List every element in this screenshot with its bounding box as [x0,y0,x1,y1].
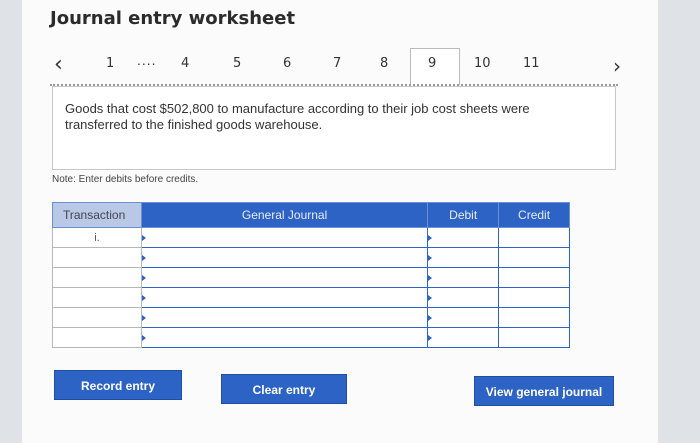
credit-input[interactable] [498,307,570,328]
debit-input[interactable] [427,267,500,288]
transaction-cell [52,287,142,308]
step-1[interactable]: 1 [106,56,114,71]
debit-input[interactable] [427,227,500,248]
view-general-journal-button[interactable]: View general journal [474,376,614,406]
table-row [52,287,570,308]
table-row [52,247,570,268]
step-5[interactable]: 5 [233,56,241,71]
step-8[interactable]: 8 [380,56,388,71]
prompt-text: Goods that cost $502,800 to manufacture … [65,101,530,132]
step-11[interactable]: 11 [523,56,540,71]
clear-entry-button[interactable]: Clear entry [221,374,347,404]
credit-input[interactable] [498,327,570,348]
page-title: Journal entry worksheet [50,8,296,29]
account-input[interactable] [140,327,429,348]
credit-input[interactable] [498,247,570,268]
record-entry-button[interactable]: Record entry [54,370,182,400]
credit-input[interactable] [498,287,570,308]
step-9[interactable]: 9 [428,56,436,71]
chevron-right-icon[interactable]: › [613,54,621,78]
table-row: i. [52,227,570,248]
debit-input[interactable] [427,307,500,328]
step-10[interactable]: 10 [474,56,491,71]
step-navigation: ‹ 1 .... 4 5 6 7 8 9 10 11 › [50,48,640,86]
col-credit: Credit [498,202,570,228]
journal-table: Transaction General Journal Debit Credit… [52,202,570,348]
credit-input[interactable] [498,227,570,248]
account-input[interactable] [140,247,429,268]
transaction-cell [52,267,142,288]
debit-input[interactable] [427,287,500,308]
transaction-cell: i. [52,227,142,248]
col-debit: Debit [427,202,500,228]
note-text: Note: Enter debits before credits. [52,174,199,185]
account-input[interactable] [140,267,429,288]
debit-input[interactable] [427,327,500,348]
step-6[interactable]: 6 [283,56,291,71]
table-row [52,267,570,288]
step-7[interactable]: 7 [333,56,341,71]
table-row [52,327,570,348]
transaction-cell [52,307,142,328]
transaction-cell [52,327,142,348]
step-ellipsis: .... [137,52,157,68]
account-input[interactable] [140,307,429,328]
account-input[interactable] [140,287,429,308]
transaction-cell [52,247,142,268]
table-row [52,307,570,328]
debit-input[interactable] [427,247,500,268]
col-general-journal: General Journal [140,202,429,228]
transaction-prompt: Goods that cost $502,800 to manufacture … [52,86,616,170]
chevron-left-icon[interactable]: ‹ [54,52,63,77]
step-4[interactable]: 4 [181,56,189,71]
col-transaction: Transaction [52,202,142,228]
credit-input[interactable] [498,267,570,288]
account-input[interactable] [140,227,429,248]
